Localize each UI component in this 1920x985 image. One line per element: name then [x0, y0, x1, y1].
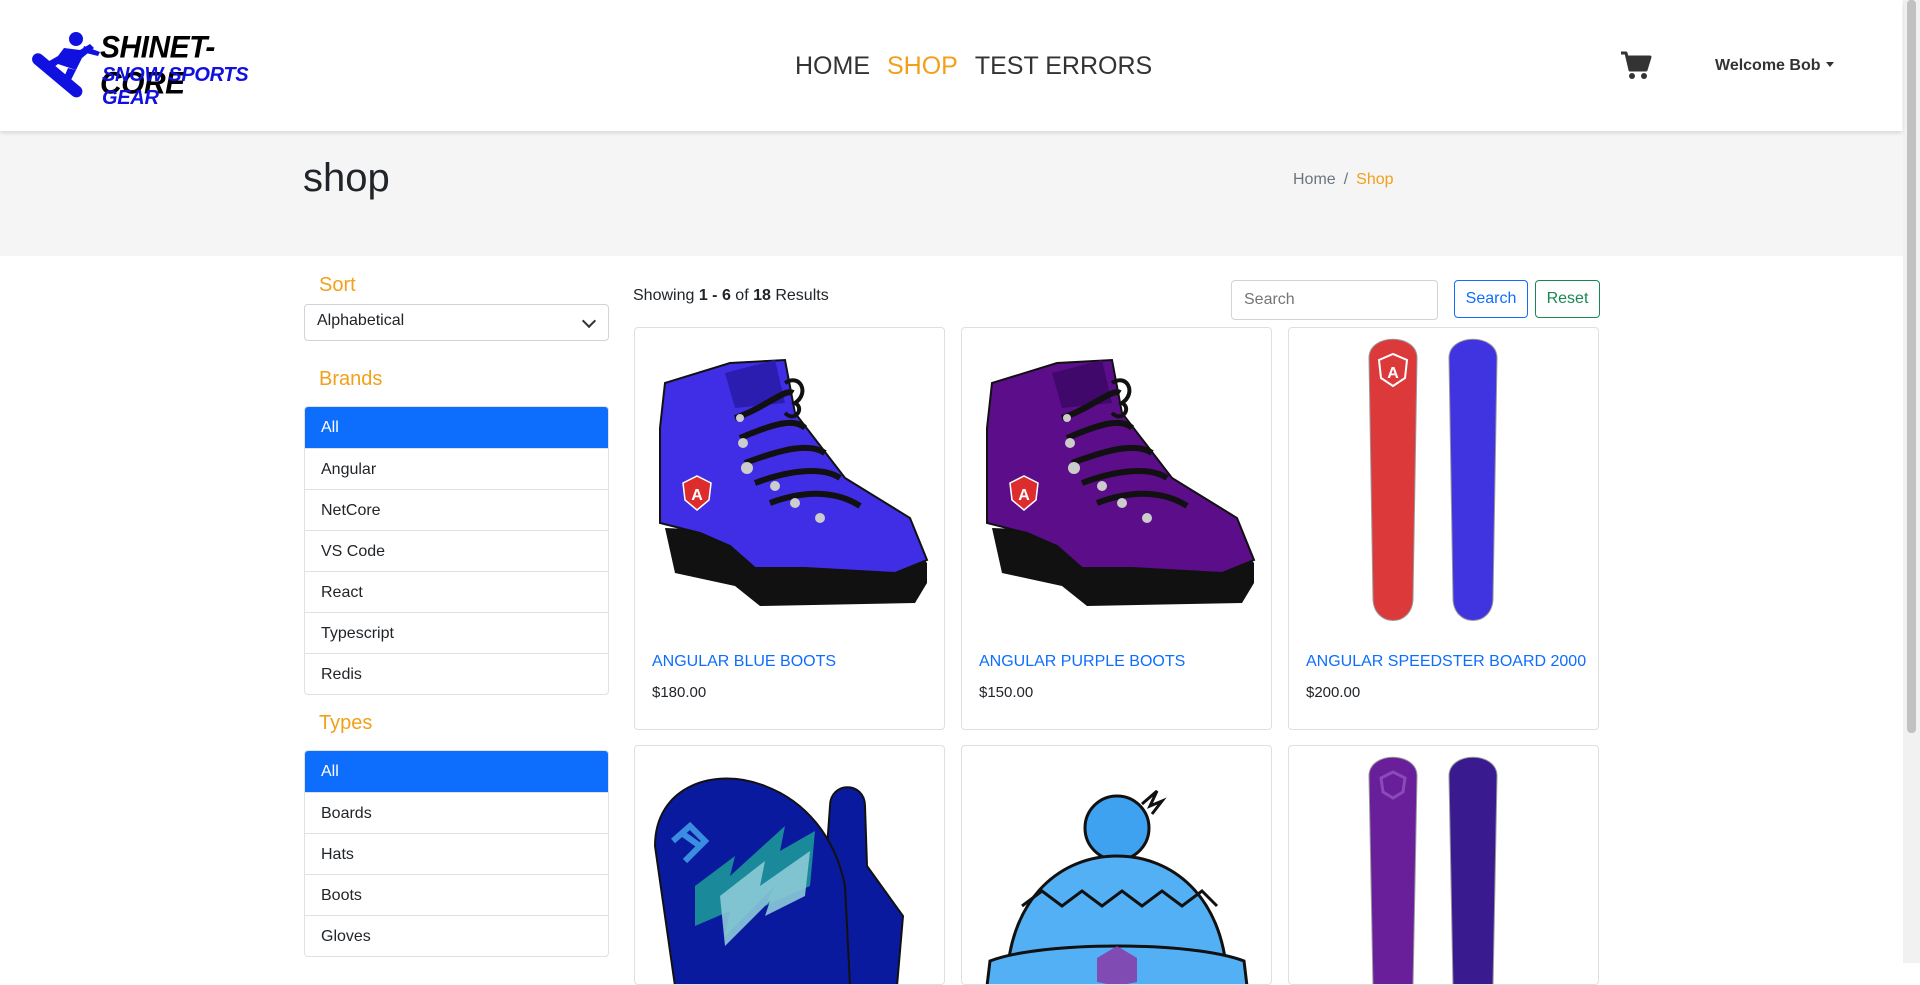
navbar: SHINET-CORE SNOW SPORTS GEAR HOME SHOP T…: [0, 0, 1902, 131]
product-price: $150.00: [979, 684, 1034, 701]
brand-item-all[interactable]: All: [305, 407, 608, 448]
brand-item-angular[interactable]: Angular: [305, 448, 608, 489]
type-item-gloves[interactable]: Gloves: [305, 915, 608, 956]
welcome-text: Welcome Bob: [1715, 57, 1821, 74]
results-of: of: [735, 287, 749, 304]
scrollbar-thumb[interactable]: [1907, 0, 1916, 733]
gloves-icon: [653, 777, 905, 984]
blue-boot-icon: A: [659, 358, 929, 606]
brand-tagline: SNOW SPORTS GEAR: [102, 64, 249, 109]
breadcrumb-current: Shop: [1356, 171, 1394, 188]
product-card[interactable]: A Angular Blue Boots $180.00: [634, 327, 945, 730]
breadcrumb-home[interactable]: Home: [1293, 171, 1336, 188]
types-list: All Boards Hats Boots Gloves: [304, 750, 609, 957]
breadcrumb-separator: /: [1343, 171, 1349, 188]
nav-home[interactable]: HOME: [795, 52, 870, 81]
product-price: $180.00: [652, 684, 707, 701]
product-title[interactable]: Angular Speedster Board 2000: [1306, 653, 1586, 671]
hat-icon: [985, 789, 1249, 984]
purple-boot-icon: A: [986, 358, 1256, 606]
type-item-all[interactable]: All: [305, 751, 608, 792]
user-menu-toggle[interactable]: Welcome Bob: [1715, 57, 1834, 75]
page-title: shop: [303, 156, 390, 200]
sort-heading: Sort: [319, 274, 356, 296]
type-item-boots[interactable]: Boots: [305, 874, 608, 915]
brand-item-react[interactable]: React: [305, 571, 608, 612]
types-heading: Types: [319, 712, 373, 734]
breadcrumb: Home / Shop: [1293, 171, 1394, 189]
results-prefix: Showing: [633, 287, 695, 304]
product-card[interactable]: [634, 745, 945, 985]
product-card[interactable]: A Angular Purple Boots $150.00: [961, 327, 1272, 730]
product-card[interactable]: A Angular Speedster Board 2000 $200.00: [1288, 327, 1599, 730]
product-card[interactable]: [961, 745, 1272, 985]
product-title[interactable]: Angular Purple Boots: [979, 653, 1185, 671]
cart-icon[interactable]: [1620, 50, 1652, 80]
product-title[interactable]: Angular Blue Boots: [652, 653, 836, 671]
results-range: 1 - 6: [698, 287, 731, 304]
results-total: 18: [753, 287, 771, 304]
main-nav: HOME SHOP TEST ERRORS: [795, 52, 1152, 81]
svg-text:A: A: [691, 487, 703, 504]
product-card[interactable]: [1288, 745, 1599, 985]
results-suffix: Results: [775, 287, 829, 304]
brands-list: All Angular NetCore VS Code React Typesc…: [304, 406, 609, 695]
svg-text:A: A: [1387, 365, 1399, 382]
brand-item-vscode[interactable]: VS Code: [305, 530, 608, 571]
brand-item-netcore[interactable]: NetCore: [305, 489, 608, 530]
page-scrollbar[interactable]: [1903, 0, 1920, 963]
nav-test-errors[interactable]: TEST ERRORS: [975, 52, 1152, 81]
search-input[interactable]: [1231, 280, 1438, 320]
svg-text:A: A: [1018, 487, 1030, 504]
search-button[interactable]: Search: [1454, 280, 1528, 318]
sort-select[interactable]: Alphabetical: [304, 304, 609, 341]
brands-heading: Brands: [319, 368, 383, 390]
product-price: $200.00: [1306, 684, 1361, 701]
reset-button[interactable]: Reset: [1535, 280, 1600, 318]
caret-down-icon: [1825, 62, 1834, 67]
purple-boards-icon: [1368, 756, 1498, 984]
brand-logo[interactable]: SHINET-CORE SNOW SPORTS GEAR: [28, 30, 273, 109]
section-header: shop Home / Shop: [0, 131, 1903, 256]
nav-shop[interactable]: SHOP: [887, 52, 958, 81]
brand-item-typescript[interactable]: Typescript: [305, 612, 608, 653]
type-item-hats[interactable]: Hats: [305, 833, 608, 874]
snowboarder-icon: [32, 32, 100, 98]
snowboards-icon: A: [1368, 338, 1498, 621]
type-item-boards[interactable]: Boards: [305, 792, 608, 833]
results-summary: Showing 1 - 6 of 18 Results: [633, 287, 829, 305]
sort-selected-value: Alphabetical: [317, 312, 405, 329]
brand-item-redis[interactable]: Redis: [305, 653, 608, 694]
chevron-down-icon: [581, 313, 597, 329]
